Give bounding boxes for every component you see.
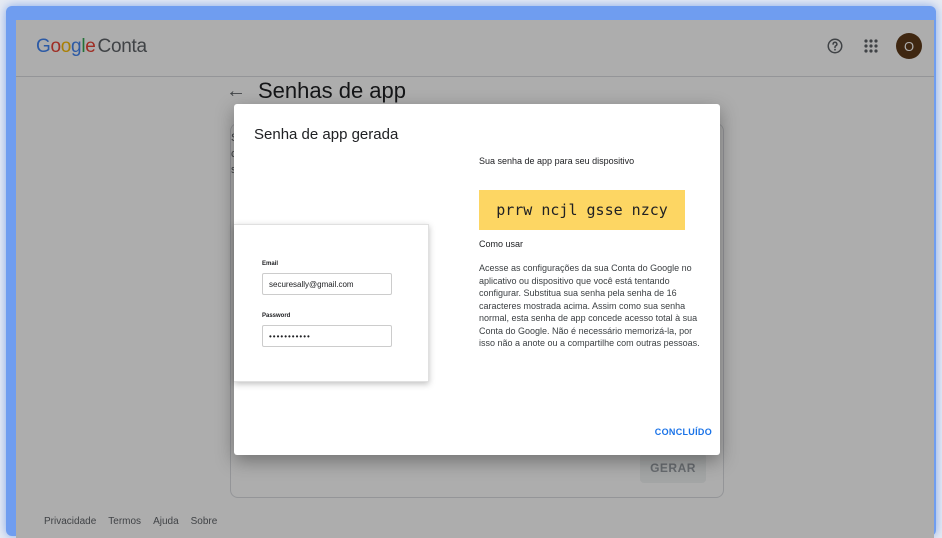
device-login-illustration: Email securesally@gmail.com Password •••… (234, 224, 429, 382)
mock-email-value: securesally@gmail.com (269, 279, 354, 289)
mock-email-label: Email (262, 261, 279, 267)
mock-email-field: securesally@gmail.com (262, 273, 392, 295)
mock-password-label: Password (262, 313, 291, 319)
app-password-dialog: Senha de app gerada Email securesally@gm… (234, 104, 720, 455)
howto-text: Acesse as configurações da sua Conta do … (479, 263, 700, 348)
password-caption: Sua senha de app para seu dispositivo (479, 156, 635, 166)
browser-viewport: Google Conta O ← Senhas de app GERAR Pri… (16, 20, 934, 538)
howto-title: Como usar (479, 239, 524, 249)
generated-password[interactable]: prrw ncjl gsse nzcy (479, 190, 685, 230)
dialog-title: Senha de app gerada (254, 126, 399, 143)
mock-password-dots: ••••••••••• (269, 331, 311, 341)
done-button[interactable]: CONCLUÍDO (655, 427, 712, 437)
mock-password-field: ••••••••••• (262, 325, 392, 347)
generated-password-text: prrw ncjl gsse nzcy (496, 201, 668, 219)
